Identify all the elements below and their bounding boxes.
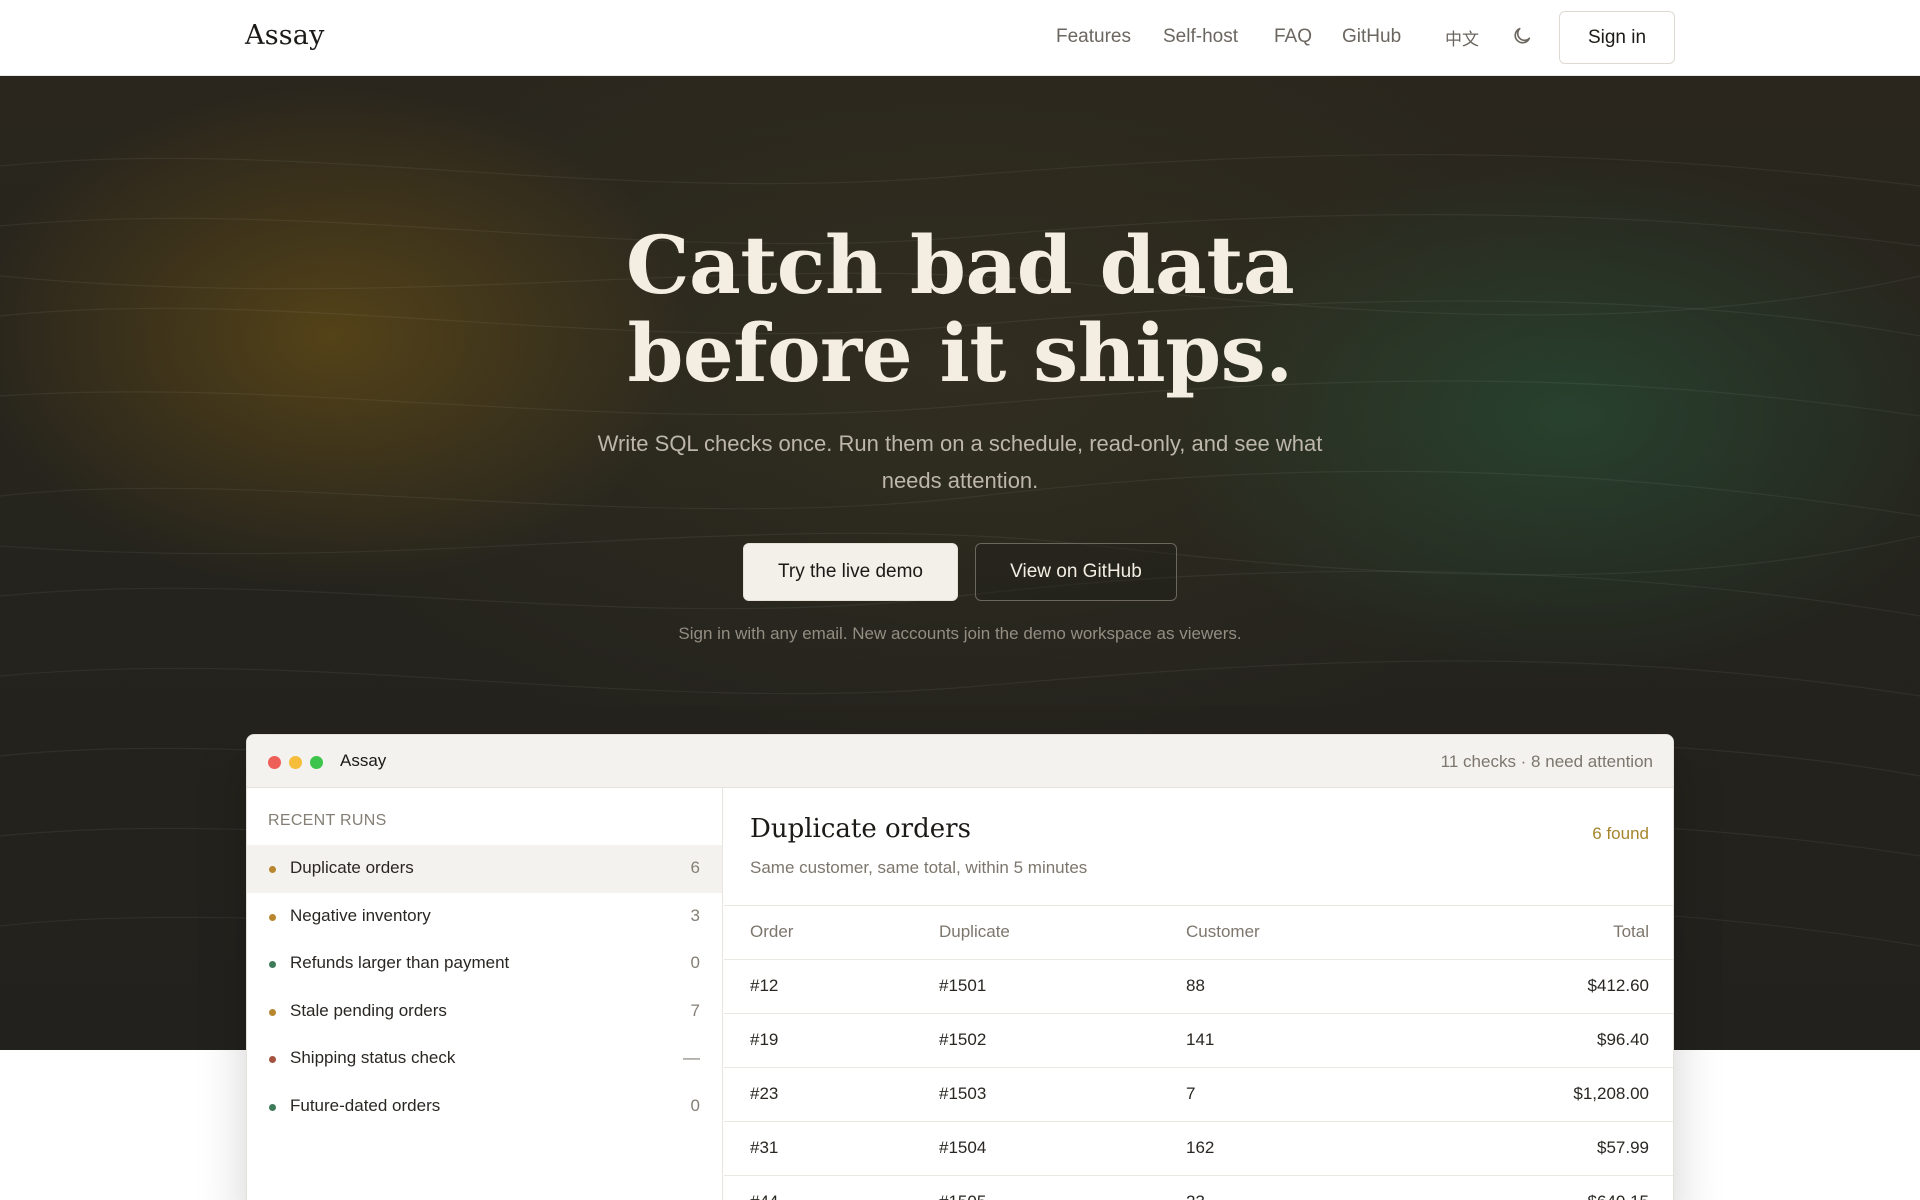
run-label: Negative inventory xyxy=(290,905,431,925)
cell-total: $57.99 xyxy=(1597,1138,1649,1157)
run-label: Duplicate orders xyxy=(290,858,414,877)
cell-total: $412.60 xyxy=(1587,976,1649,995)
moon-icon[interactable] xyxy=(1511,25,1533,47)
cell-order: #31 xyxy=(750,1138,779,1157)
run-count: 0 xyxy=(690,1095,700,1115)
app-preview-window: Assay 11 checks · 8 need attention RECEN… xyxy=(246,734,1674,1200)
sidebar-heading: RECENT RUNS xyxy=(268,812,387,829)
cell-order: #23 xyxy=(750,1084,779,1103)
status-dot-icon xyxy=(269,961,276,968)
cell-customer: 7 xyxy=(1186,1084,1196,1103)
cell-total: $640.15 xyxy=(1588,1192,1649,1200)
cell-duplicate: #1505 xyxy=(939,1192,986,1200)
status-dot-icon xyxy=(269,1008,276,1016)
cell-total: $96.40 xyxy=(1597,1030,1649,1049)
nav-link-features[interactable]: Features xyxy=(1056,26,1131,48)
nav-link-faq[interactable]: FAQ xyxy=(1274,26,1312,48)
cell-customer: 162 xyxy=(1186,1138,1215,1157)
cell-customer: 141 xyxy=(1186,1030,1215,1049)
cell-duplicate: #1502 xyxy=(939,1030,987,1049)
table-row[interactable]: #31 #1504 162 $57.99 xyxy=(724,1121,1673,1175)
run-label: Future-dated orders xyxy=(290,1095,441,1115)
hero-subtitle: Write SQL checks once. Run them on a sch… xyxy=(597,431,1323,493)
checks-summary: 11 checks · 8 need attention xyxy=(1440,752,1653,771)
cell-order: #19 xyxy=(750,1030,779,1049)
column-header-order: Order xyxy=(750,922,794,941)
headline-line-1: Catch bad data xyxy=(625,218,1295,312)
run-label: Refunds larger than payment xyxy=(290,953,510,972)
try-live-demo-button[interactable]: Try the live demo xyxy=(743,543,958,601)
column-header-customer: Customer xyxy=(1186,922,1260,941)
cell-order: #44 xyxy=(750,1192,778,1200)
column-header-total: Total xyxy=(1613,922,1649,941)
found-count-badge: 6 found xyxy=(1592,824,1649,843)
window-title: Assay xyxy=(340,751,387,770)
run-label: Shipping status check xyxy=(290,1048,456,1067)
language-toggle[interactable]: 中文 xyxy=(1445,25,1479,50)
table-row[interactable]: #12 #1501 88 $412.60 xyxy=(724,959,1673,1013)
headline-line-2: before it ships. xyxy=(627,306,1293,400)
status-dot-icon xyxy=(269,913,276,921)
detail-title: Duplicate orders xyxy=(750,814,971,844)
results-table: Order Duplicate Customer Total #12 #1501 8… xyxy=(724,905,1673,1200)
cell-duplicate: #1504 xyxy=(939,1138,987,1157)
column-header-duplicate: Duplicate xyxy=(939,922,1010,941)
top-nav: Assay Features Self-host FAQ GitHub 中文 S… xyxy=(0,0,1920,76)
run-count: 7 xyxy=(690,1000,700,1020)
run-item[interactable]: Stale pending orders 7 xyxy=(247,988,722,1036)
run-item[interactable]: Future-dated orders 0 xyxy=(247,1083,722,1131)
run-count: — xyxy=(683,1048,700,1067)
hero-headline: Catch bad data before it ships. xyxy=(0,221,1920,397)
table-row[interactable]: #44 #1505 23 $640.15 xyxy=(724,1175,1673,1200)
minimize-dot-icon xyxy=(289,756,302,769)
cell-customer: 23 xyxy=(1186,1192,1205,1200)
status-dot-icon xyxy=(269,1056,276,1063)
recent-runs-sidebar: RECENT RUNS Duplicate orders 6 Negative in… xyxy=(247,788,723,1200)
brand-logo[interactable]: Assay xyxy=(245,20,325,51)
run-count: 3 xyxy=(690,905,700,925)
cell-order: #12 xyxy=(750,976,779,995)
detail-description: Same customer, same total, within 5 minu… xyxy=(750,858,1088,877)
cell-duplicate: #1501 xyxy=(939,976,987,995)
hero-note: Sign in with any email. New accounts joi… xyxy=(678,624,1242,643)
nav-link-self-host[interactable]: Self-host xyxy=(1163,26,1238,48)
check-detail-panel: Duplicate orders 6 found Same customer, … xyxy=(724,788,1673,1200)
maximize-dot-icon xyxy=(310,756,323,769)
run-label: Stale pending orders xyxy=(290,1000,447,1020)
status-dot-icon xyxy=(269,1103,276,1111)
run-item[interactable]: Negative inventory 3 xyxy=(247,893,722,941)
run-item[interactable]: Refunds larger than payment 0 xyxy=(247,940,722,988)
window-titlebar: Assay 11 checks · 8 need attention xyxy=(247,735,1673,788)
cell-duplicate: #1503 xyxy=(939,1084,987,1103)
nav-link-github[interactable]: GitHub xyxy=(1342,26,1401,48)
cell-customer: 88 xyxy=(1186,976,1205,995)
status-dot-icon xyxy=(269,866,276,873)
run-count: 6 xyxy=(690,858,700,877)
sign-in-button[interactable]: Sign in xyxy=(1559,11,1675,64)
run-count: 0 xyxy=(690,953,700,972)
cell-total: $1,208.00 xyxy=(1573,1084,1649,1103)
table-row[interactable]: #23 #1503 7 $1,208.00 xyxy=(724,1067,1673,1121)
close-dot-icon xyxy=(268,756,281,769)
table-header-row: Order Duplicate Customer Total xyxy=(724,905,1673,959)
table-row[interactable]: #19 #1502 141 $96.40 xyxy=(724,1013,1673,1067)
view-on-github-button[interactable]: View on GitHub xyxy=(975,543,1177,601)
run-item[interactable]: Shipping status check — xyxy=(247,1035,722,1083)
run-item[interactable]: Duplicate orders 6 xyxy=(247,845,722,893)
